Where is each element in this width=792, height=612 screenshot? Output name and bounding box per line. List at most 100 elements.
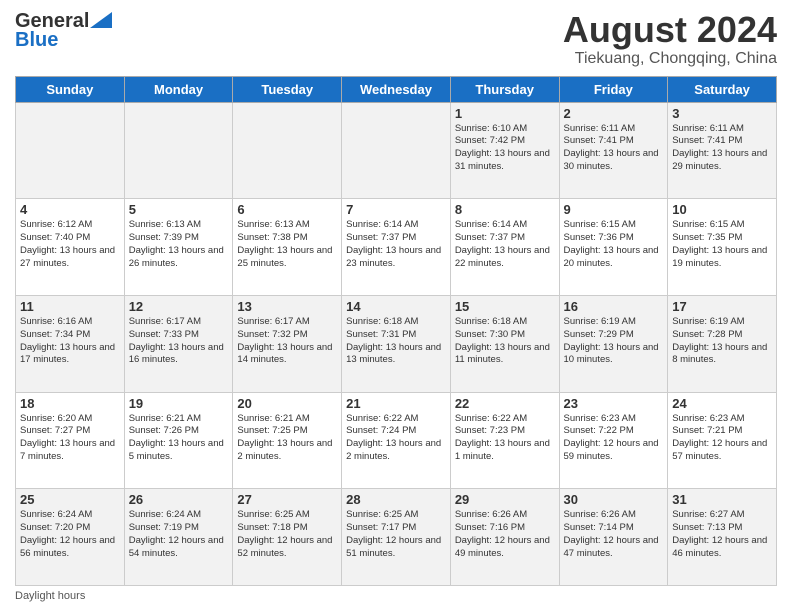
day-detail: Sunrise: 6:11 AM Sunset: 7:41 PM Dayligh… <box>672 123 772 174</box>
day-number: 25 <box>20 492 120 507</box>
day-detail: Sunrise: 6:21 AM Sunset: 7:25 PM Dayligh… <box>237 413 337 464</box>
logo: General Blue <box>15 10 112 52</box>
day-cell: 28 Sunrise: 6:25 AM Sunset: 7:17 PM Dayli… <box>342 489 451 586</box>
week-row-2: 4 Sunrise: 6:12 AM Sunset: 7:40 PM Daylig… <box>16 199 777 296</box>
day-cell <box>233 102 342 199</box>
day-detail: Sunrise: 6:13 AM Sunset: 7:38 PM Dayligh… <box>237 219 337 270</box>
day-number: 21 <box>346 396 446 411</box>
calendar-table: SundayMondayTuesdayWednesdayThursdayFrid… <box>15 76 777 586</box>
day-detail: Sunrise: 6:25 AM Sunset: 7:17 PM Dayligh… <box>346 509 446 560</box>
day-number: 29 <box>455 492 555 507</box>
day-detail: Sunrise: 6:12 AM Sunset: 7:40 PM Dayligh… <box>20 219 120 270</box>
day-detail: Sunrise: 6:20 AM Sunset: 7:27 PM Dayligh… <box>20 413 120 464</box>
day-cell: 15 Sunrise: 6:18 AM Sunset: 7:30 PM Dayli… <box>450 295 559 392</box>
day-number: 28 <box>346 492 446 507</box>
day-number: 13 <box>237 299 337 314</box>
day-number: 14 <box>346 299 446 314</box>
week-row-4: 18 Sunrise: 6:20 AM Sunset: 7:27 PM Dayli… <box>16 392 777 489</box>
day-detail: Sunrise: 6:14 AM Sunset: 7:37 PM Dayligh… <box>455 219 555 270</box>
day-number: 2 <box>564 106 664 121</box>
day-cell <box>124 102 233 199</box>
day-number: 10 <box>672 202 772 217</box>
day-cell: 6 Sunrise: 6:13 AM Sunset: 7:38 PM Daylig… <box>233 199 342 296</box>
title-block: August 2024 Tiekuang, Chongqing, China <box>563 10 777 68</box>
day-number: 9 <box>564 202 664 217</box>
day-cell: 29 Sunrise: 6:26 AM Sunset: 7:16 PM Dayli… <box>450 489 559 586</box>
week-row-3: 11 Sunrise: 6:16 AM Sunset: 7:34 PM Dayli… <box>16 295 777 392</box>
day-detail: Sunrise: 6:15 AM Sunset: 7:36 PM Dayligh… <box>564 219 664 270</box>
day-cell: 19Sunrise: 6:21 AM Sunset: 7:26 PM Dayli… <box>124 392 233 489</box>
page: General Blue August 2024 Tiekuang, Chong… <box>0 0 792 612</box>
day-cell: 7Sunrise: 6:14 AM Sunset: 7:37 PM Daylig… <box>342 199 451 296</box>
day-number: 8 <box>455 202 555 217</box>
location-title: Tiekuang, Chongqing, China <box>563 50 777 68</box>
day-detail: Sunrise: 6:22 AM Sunset: 7:23 PM Dayligh… <box>455 413 555 464</box>
day-cell: 3 Sunrise: 6:11 AM Sunset: 7:41 PM Daylig… <box>668 102 777 199</box>
day-detail: Sunrise: 6:22 AM Sunset: 7:24 PM Dayligh… <box>346 413 446 464</box>
day-cell: 10Sunrise: 6:15 AM Sunset: 7:35 PM Dayli… <box>668 199 777 296</box>
day-cell: 12 Sunrise: 6:17 AM Sunset: 7:33 PM Dayli… <box>124 295 233 392</box>
day-detail: Sunrise: 6:23 AM Sunset: 7:22 PM Dayligh… <box>564 413 664 464</box>
day-number: 20 <box>237 396 337 411</box>
day-cell: 17 Sunrise: 6:19 AM Sunset: 7:28 PM Dayli… <box>668 295 777 392</box>
day-detail: Sunrise: 6:19 AM Sunset: 7:29 PM Dayligh… <box>564 316 664 367</box>
day-cell: 18 Sunrise: 6:20 AM Sunset: 7:27 PM Dayli… <box>16 392 125 489</box>
day-cell: 24 Sunrise: 6:23 AM Sunset: 7:21 PM Dayli… <box>668 392 777 489</box>
day-detail: Sunrise: 6:19 AM Sunset: 7:28 PM Dayligh… <box>672 316 772 367</box>
day-cell: 21 Sunrise: 6:22 AM Sunset: 7:24 PM Dayli… <box>342 392 451 489</box>
day-number: 11 <box>20 299 120 314</box>
header-row: SundayMondayTuesdayWednesdayThursdayFrid… <box>16 76 777 102</box>
day-cell: 1 Sunrise: 6:10 AM Sunset: 7:42 PM Daylig… <box>450 102 559 199</box>
day-detail: Sunrise: 6:16 AM Sunset: 7:34 PM Dayligh… <box>20 316 120 367</box>
day-number: 17 <box>672 299 772 314</box>
day-cell: 23 Sunrise: 6:23 AM Sunset: 7:22 PM Dayli… <box>559 392 668 489</box>
day-header-sunday: Sunday <box>16 76 125 102</box>
day-detail: Sunrise: 6:26 AM Sunset: 7:14 PM Dayligh… <box>564 509 664 560</box>
day-header-saturday: Saturday <box>668 76 777 102</box>
day-number: 23 <box>564 396 664 411</box>
day-header-thursday: Thursday <box>450 76 559 102</box>
day-number: 4 <box>20 202 120 217</box>
day-number: 15 <box>455 299 555 314</box>
logo-icon <box>90 12 112 28</box>
day-header-wednesday: Wednesday <box>342 76 451 102</box>
day-cell: 30 Sunrise: 6:26 AM Sunset: 7:14 PM Dayli… <box>559 489 668 586</box>
day-detail: Sunrise: 6:18 AM Sunset: 7:30 PM Dayligh… <box>455 316 555 367</box>
day-cell: 16Sunrise: 6:19 AM Sunset: 7:29 PM Dayli… <box>559 295 668 392</box>
day-cell: 11 Sunrise: 6:16 AM Sunset: 7:34 PM Dayli… <box>16 295 125 392</box>
logo-blue-text: Blue <box>15 29 58 52</box>
day-detail: Sunrise: 6:17 AM Sunset: 7:32 PM Dayligh… <box>237 316 337 367</box>
day-detail: Sunrise: 6:24 AM Sunset: 7:19 PM Dayligh… <box>129 509 229 560</box>
day-number: 6 <box>237 202 337 217</box>
day-number: 7 <box>346 202 446 217</box>
day-cell: 4 Sunrise: 6:12 AM Sunset: 7:40 PM Daylig… <box>16 199 125 296</box>
day-number: 5 <box>129 202 229 217</box>
day-detail: Sunrise: 6:24 AM Sunset: 7:20 PM Dayligh… <box>20 509 120 560</box>
day-detail: Sunrise: 6:23 AM Sunset: 7:21 PM Dayligh… <box>672 413 772 464</box>
day-number: 18 <box>20 396 120 411</box>
day-cell: 9 Sunrise: 6:15 AM Sunset: 7:36 PM Daylig… <box>559 199 668 296</box>
day-cell: 5 Sunrise: 6:13 AM Sunset: 7:39 PM Daylig… <box>124 199 233 296</box>
day-number: 3 <box>672 106 772 121</box>
day-number: 22 <box>455 396 555 411</box>
day-header-tuesday: Tuesday <box>233 76 342 102</box>
day-detail: Sunrise: 6:13 AM Sunset: 7:39 PM Dayligh… <box>129 219 229 270</box>
day-header-friday: Friday <box>559 76 668 102</box>
day-detail: Sunrise: 6:21 AM Sunset: 7:26 PM Dayligh… <box>129 413 229 464</box>
day-number: 12 <box>129 299 229 314</box>
day-detail: Sunrise: 6:10 AM Sunset: 7:42 PM Dayligh… <box>455 123 555 174</box>
month-title: August 2024 <box>563 10 777 50</box>
daylight-label: Daylight hours <box>15 590 85 602</box>
day-detail: Sunrise: 6:11 AM Sunset: 7:41 PM Dayligh… <box>564 123 664 174</box>
day-cell: 26 Sunrise: 6:24 AM Sunset: 7:19 PM Dayli… <box>124 489 233 586</box>
day-number: 24 <box>672 396 772 411</box>
day-number: 1 <box>455 106 555 121</box>
week-row-5: 25 Sunrise: 6:24 AM Sunset: 7:20 PM Dayli… <box>16 489 777 586</box>
day-number: 27 <box>237 492 337 507</box>
day-detail: Sunrise: 6:26 AM Sunset: 7:16 PM Dayligh… <box>455 509 555 560</box>
day-number: 26 <box>129 492 229 507</box>
day-number: 30 <box>564 492 664 507</box>
week-row-1: 1 Sunrise: 6:10 AM Sunset: 7:42 PM Daylig… <box>16 102 777 199</box>
day-detail: Sunrise: 6:18 AM Sunset: 7:31 PM Dayligh… <box>346 316 446 367</box>
day-detail: Sunrise: 6:17 AM Sunset: 7:33 PM Dayligh… <box>129 316 229 367</box>
